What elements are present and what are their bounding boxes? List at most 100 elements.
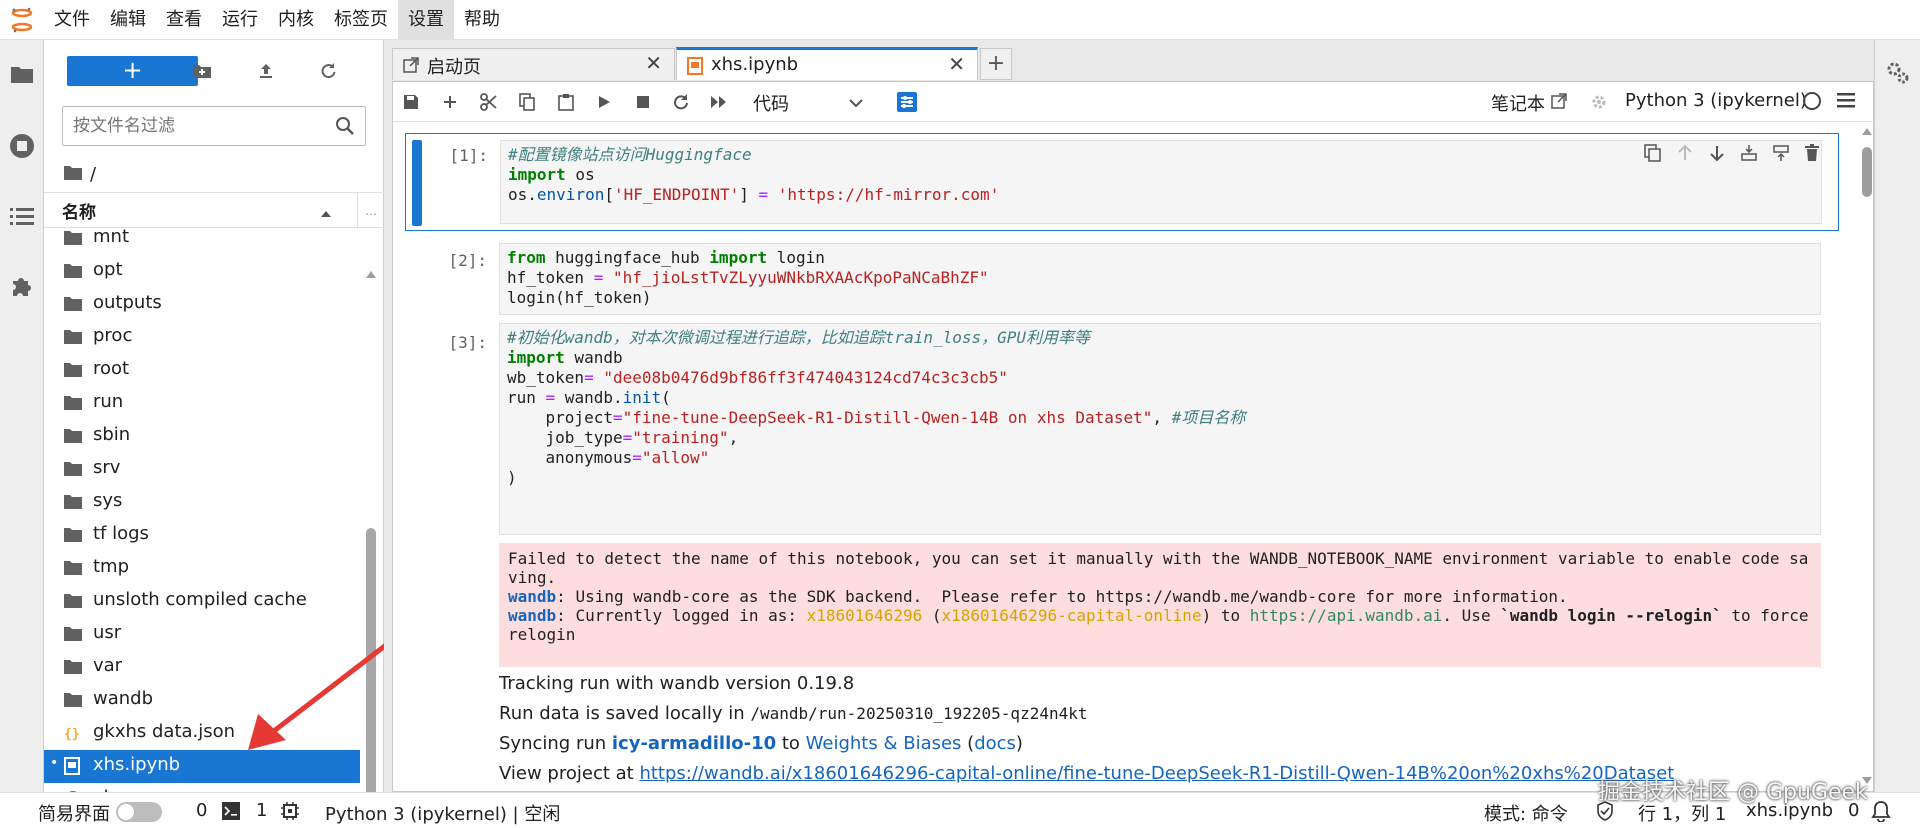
insert-cell-icon[interactable] [434, 86, 466, 118]
output-text: to [776, 733, 806, 754]
menu-run[interactable]: 运行 [212, 0, 268, 40]
duplicate-cell-icon[interactable] [1644, 144, 1662, 167]
cell-input-editor[interactable]: #初始化wandb，对本次微调过程进行追踪，比如追踪train_loss，GPU… [499, 323, 1821, 535]
file-item[interactable]: • xhs.ipynb [44, 750, 360, 783]
notebook-scrollbar[interactable] [1859, 123, 1875, 793]
restart-run-all-icon[interactable] [703, 86, 735, 118]
column-resize-handle[interactable]: ... [357, 193, 384, 229]
cell-type-select[interactable]: 代码 [753, 90, 873, 116]
upload-icon[interactable] [250, 56, 282, 86]
right-sidebar [1874, 40, 1920, 792]
restart-kernel-icon[interactable] [665, 86, 697, 118]
code-cell-1[interactable]: [1]: #配置镜像站点访问Huggingface import os os.e… [405, 133, 1839, 231]
sort-ascending-icon[interactable] [320, 203, 332, 224]
insert-below-icon[interactable] [1772, 144, 1790, 167]
file-item[interactable]: wandb [44, 684, 360, 717]
scroll-up-icon[interactable] [365, 270, 377, 280]
project-url-link[interactable]: https://wandb.ai/x18601646296-capital-on… [639, 763, 1674, 784]
simple-mode-toggle[interactable] [116, 802, 162, 822]
gear-icon[interactable] [1583, 86, 1615, 118]
file-item-name: sys [93, 490, 123, 511]
save-icon[interactable] [395, 86, 427, 118]
tab-launcher[interactable]: 启动页 ✕ [392, 48, 675, 80]
menu-view[interactable]: 查看 [156, 0, 212, 40]
move-down-icon[interactable] [1708, 144, 1726, 167]
running-indicator: • [50, 755, 59, 771]
move-up-icon[interactable] [1676, 144, 1694, 167]
property-inspector-icon[interactable] [891, 86, 923, 118]
cell-input-editor[interactable]: #配置镜像站点访问Huggingface import os os.enviro… [500, 140, 1822, 224]
file-item[interactable]: var [44, 651, 360, 684]
menu-file[interactable]: 文件 [44, 0, 100, 40]
menu-tabs[interactable]: 标签页 [324, 0, 398, 40]
external-link-icon [1551, 92, 1567, 114]
kernel-count[interactable]: 1 [256, 800, 267, 821]
extensions-icon[interactable] [6, 270, 38, 302]
cut-icon[interactable] [473, 86, 505, 118]
kernel-status-text[interactable]: Python 3 (ipykernel) | 空闲 [325, 800, 560, 826]
file-item[interactable]: proc [44, 321, 360, 354]
menu-help[interactable]: 帮助 [454, 0, 510, 40]
file-item[interactable]: mnt [44, 228, 360, 255]
table-of-contents-icon[interactable] [6, 200, 38, 232]
file-item[interactable]: srv [44, 453, 360, 486]
close-tab-icon[interactable]: ✕ [645, 51, 662, 75]
file-item[interactable]: root [44, 354, 360, 387]
running-sessions-icon[interactable] [6, 130, 38, 162]
file-item[interactable]: opt [44, 255, 360, 288]
file-item[interactable]: usr [44, 618, 360, 651]
menu-edit[interactable]: 编辑 [100, 0, 156, 40]
scrollbar-thumb[interactable] [1862, 147, 1872, 197]
wandb-link[interactable]: Weights & Biases [806, 733, 962, 754]
close-tab-icon[interactable]: ✕ [948, 52, 965, 76]
folder-icon [64, 658, 84, 676]
new-folder-icon[interactable] [186, 56, 218, 86]
scrollbar-thumb[interactable] [366, 528, 376, 818]
run-icon[interactable] [588, 86, 620, 118]
file-item[interactable]: sbin [44, 420, 360, 453]
run-dir-path: /wandb/run-20250310_192205-qz24n4kt [750, 704, 1088, 723]
docs-link[interactable]: docs [974, 733, 1016, 754]
file-item[interactable]: tf logs [44, 519, 360, 552]
insert-above-icon[interactable] [1740, 144, 1758, 167]
folder-icon[interactable] [6, 58, 38, 90]
hamburger-menu-icon[interactable] [1837, 92, 1855, 113]
watermark: 掘金技术社区 @ GpuGeek [1598, 780, 1868, 805]
code-cell-2[interactable]: [2]: from huggingface_hub import login h… [405, 240, 1839, 318]
file-filter-input[interactable] [73, 116, 323, 136]
column-name-header[interactable]: 名称 [44, 198, 326, 223]
tab-notebook[interactable]: xhs.ipynb ✕ [676, 47, 978, 80]
kernel-name-button[interactable]: Python 3 (ipykernel) [1625, 90, 1807, 111]
file-item[interactable]: sys [44, 486, 360, 519]
file-item[interactable]: unsloth compiled cache [44, 585, 360, 618]
file-item[interactable]: outputs [44, 288, 360, 321]
folder-icon [64, 526, 84, 544]
cell-input-editor[interactable]: from huggingface_hub import login hf_tok… [499, 243, 1821, 315]
svg-text:{}: {} [64, 727, 80, 742]
open-in-notebook-button[interactable]: 笔记本 [1491, 90, 1567, 116]
terminal-count[interactable]: 0 [196, 800, 207, 821]
stop-icon[interactable] [627, 86, 659, 118]
bell-icon[interactable] [1870, 800, 1892, 827]
file-item[interactable]: {} gkxhs data.json [44, 717, 360, 750]
folder-icon [64, 394, 84, 412]
file-item[interactable]: run [44, 387, 360, 420]
file-item[interactable]: tmp [44, 552, 360, 585]
cell-collapser[interactable] [412, 140, 422, 226]
menu-kernel[interactable]: 内核 [268, 0, 324, 40]
copy-icon[interactable] [511, 86, 543, 118]
new-launcher-button[interactable]: + [67, 56, 198, 86]
menu-settings[interactable]: 设置 [398, 0, 454, 40]
property-inspector-gears-icon[interactable] [1885, 60, 1911, 91]
scroll-up-icon[interactable] [1861, 127, 1873, 137]
run-name-link[interactable]: icy-armadillo-10 [612, 733, 776, 754]
breadcrumb-root[interactable]: / [90, 164, 96, 185]
paste-icon[interactable] [550, 86, 582, 118]
code-cell-3[interactable]: [3]: #初始化wandb，对本次微调过程进行追踪，比如追踪train_los… [405, 323, 1839, 793]
file-filter-field[interactable] [62, 106, 366, 146]
new-tab-button[interactable]: + [980, 48, 1012, 80]
file-list-scrollbar[interactable] [364, 268, 378, 828]
delete-cell-icon[interactable] [1804, 144, 1820, 167]
code-text: hf_token [507, 268, 594, 287]
refresh-icon[interactable] [312, 56, 344, 86]
